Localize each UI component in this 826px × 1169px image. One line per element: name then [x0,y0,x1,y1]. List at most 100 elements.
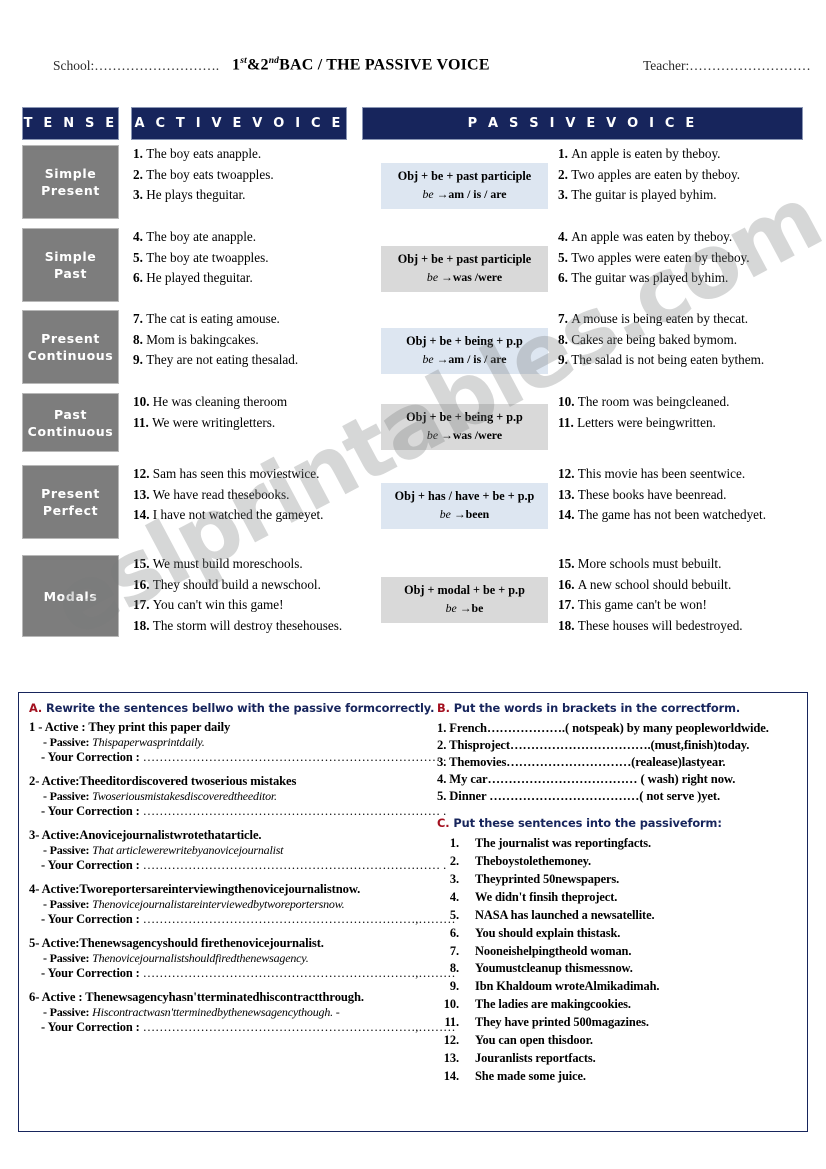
formula-be-mapping: be →am / is / are [385,352,544,367]
sentence-number: 1. [558,146,572,161]
formula-be-values: was /were [452,270,503,284]
arrow-icon: → [433,187,449,201]
sentence-text: The boy eats twoapples. [146,166,274,182]
correction-input-line[interactable]: - Your Correction : ……………………………………………………… [29,750,446,765]
active-sentence: 18. The storm will destroy thesehouses. [133,617,368,636]
sentence-number: 6. [133,270,147,286]
exercise-c-item[interactable]: 5. NASA has launched a newsatellite. [437,907,799,925]
exercise-c-item[interactable]: 9. Ibn Khaldoum wroteAlmikadimah. [437,978,799,996]
exercise-b-item[interactable]: 5. Dinner ………………………………( not serve )yet. [437,788,799,805]
correction-input-line[interactable]: - Your Correction : ……………………………………………………… [29,966,456,981]
sentence-number: 14. [558,507,578,523]
exercise-b-item[interactable]: 2. Thisproject…………………………….(must,finish)t… [437,737,799,754]
correction-input-line[interactable]: - Your Correction : ……………………………………………………… [29,912,456,927]
sentence-text: Mom is bakingcakes. [146,331,259,347]
item-text[interactable]: Nooneishelpingtheold woman. [475,943,631,961]
tense-label-line: Past [53,266,88,281]
sentence-number: 11. [558,414,578,430]
formula-be-mapping: be →was /were [385,270,544,285]
passive-sentence: 10. The room was beingcleaned. [558,393,826,412]
correction-input-line[interactable]: - Your Correction : ……………………………………………………… [29,804,446,819]
sentence-number: 1. [133,146,147,161]
exercise-b-item[interactable]: 4. My car……………………………… ( wash) right now. [437,771,799,788]
item-text[interactable]: You can open thisdoor. [475,1032,593,1050]
item-text[interactable]: Ibn Khaldoum wroteAlmikadimah. [475,978,659,996]
sentence-text: This game can't be won! [577,597,707,613]
correction-label: - Your Correction : [41,858,143,872]
exercise-a-letter: A. [29,701,43,715]
exercise-c-item[interactable]: 14. She made some juice. [437,1068,799,1086]
page-header: School:………………………. 1st&2ndBAC / THE PASSI… [0,56,826,88]
sentence-number: 16. [558,576,578,592]
correction-dots[interactable]: …………………………………………………………,……… [143,912,456,926]
exercise-c-item[interactable]: 1. The journalist was reportingfacts. [437,835,799,853]
item-number: 4. [449,889,459,904]
item-text[interactable]: Thisproject…………………………….(must,finish)toda… [449,738,749,752]
item-number: 3. [449,872,459,887]
tense-row: Present Continuous 7. The cat is eating am… [0,310,826,392]
item-text[interactable]: We didn't finsih theproject. [475,889,617,907]
correction-label: - Your Correction : [41,1020,143,1034]
active-sentence: 13. We have read thesebooks. [133,486,368,505]
exercise-b-items: 1. French……………….( notspeak) by many peop… [437,720,799,804]
exercise-c-item[interactable]: 12. You can open thisdoor. [437,1032,799,1050]
correction-input-line[interactable]: - Your Correction : ……………………………………………………… [29,1020,456,1035]
sentence-number: 10. [133,394,153,409]
active-sentence: 11. We were writingletters. [133,414,368,433]
correction-dots[interactable]: ……………………………………………………………… . [143,750,447,764]
sentence-text: A mouse is being eaten by thecat. [571,311,749,326]
sentence-text: Letters were beingwritten. [577,414,716,430]
exercise-c-item[interactable]: 6. You should explain thistask. [437,925,799,943]
exercise-c-item[interactable]: 7. Nooneishelpingtheold woman. [437,943,799,961]
sentence-text: This movie has been seentwice. [577,466,746,481]
formula-cell: Obj + be + being + p.p be →was /were [381,404,548,450]
active-sentence: 2. The boy eats twoapples. [133,166,368,185]
item-text[interactable]: Youmustcleanup thismessnow. [475,960,633,978]
exercise-c-item[interactable]: 10. The ladies are makingcookies. [437,996,799,1014]
passive-label: - Passive: [43,1005,93,1019]
item-text[interactable]: Themovies…………………………(realease)lastyear. [449,755,725,769]
exercise-c-item[interactable]: 11. They have printed 500magazines. [437,1014,799,1032]
item-text[interactable]: Theboystolethemoney. [475,853,591,871]
formula-cell: Obj + be + being + p.p be →am / is / are [381,328,548,374]
item-text[interactable]: Jouranlists reportfacts. [475,1050,596,1068]
exercise-b-item[interactable]: 3. Themovies…………………………(realease)lastyear… [437,754,799,771]
correction-dots[interactable]: ……………………………………………………………… . [143,858,447,872]
active-voice-cell: 12. Sam has seen this moviestwice. 13. We… [133,465,368,527]
item-text[interactable]: They have printed 500magazines. [475,1014,649,1032]
correction-dots[interactable]: …………………………………………………………,……… [143,1020,456,1034]
item-text[interactable]: Dinner ………………………………( not serve )yet. [449,789,720,803]
sentence-number: 8. [133,331,147,347]
tense-label-cell: Past Continuous [22,393,119,452]
exercise-c-item[interactable]: 4. We didn't finsih theproject. [437,889,799,907]
correction-dots[interactable]: …………………………………………………………,……… [143,966,456,980]
exercise-b-item[interactable]: 1. French……………….( notspeak) by many peop… [437,720,799,737]
item-text[interactable]: The ladies are makingcookies. [475,996,631,1014]
sentence-text: You can't win this game! [152,597,284,613]
exercise-c-item[interactable]: 8. Youmustcleanup thismessnow. [437,960,799,978]
correction-input-line[interactable]: - Your Correction : ……………………………………………………… [29,858,446,873]
item-text[interactable]: NASA has launched a newsatellite. [475,907,655,925]
exercise-c-item[interactable]: 2. Theboystolethemoney. [437,853,799,871]
formula-be-values: been [465,507,490,521]
passive-voice-cell: 4. An apple was eaten by theboy. 5. Two a… [558,228,826,290]
tense-label-line: Simple [44,249,97,264]
tense-label-cell: Modals [22,555,119,637]
correction-dots[interactable]: ……………………………………………………………… . [143,804,447,818]
formula-cell: Obj + be + past participle be →am / is / … [381,163,548,209]
passive-label: - Passive: [43,951,93,965]
item-text[interactable]: My car……………………………… ( wash) right now. [449,772,735,786]
exercise-c-item[interactable]: 13. Jouranlists reportfacts. [437,1050,799,1068]
item-text[interactable]: French……………….( notspeak) by many peoplew… [449,721,769,735]
exercise-c-item[interactable]: 3. Theyprinted 50newspapers. [437,871,799,889]
item-text[interactable]: The journalist was reportingfacts. [475,835,651,853]
exercise-c-title: Put these sentences into the passiveform… [453,816,722,831]
item-text[interactable]: You should explain thistask. [475,925,620,943]
tense-label-line: Modals [43,588,98,604]
item-text[interactable]: Theyprinted 50newspapers. [475,871,619,889]
item-text[interactable]: She made some juice. [475,1068,586,1086]
correction-label: - Your Correction : [41,912,143,926]
item-number: 4. [437,771,450,786]
exercise-a-items: 1 - Active : They print this paper daily… [29,720,456,1042]
